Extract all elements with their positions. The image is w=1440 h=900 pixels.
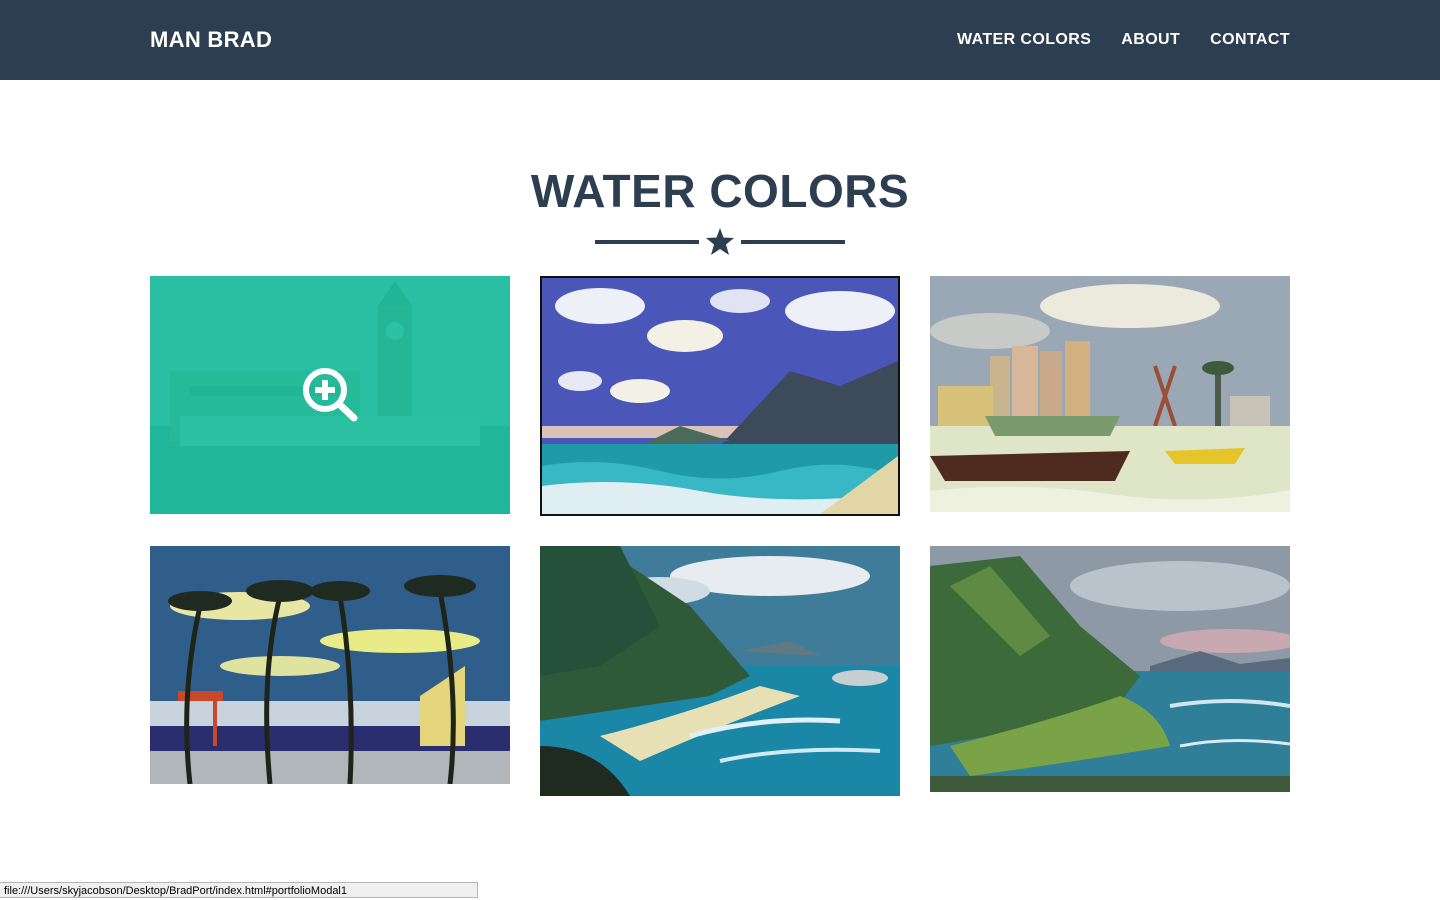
nav-links: WATER COLORS ABOUT CONTACT xyxy=(957,31,1290,49)
portfolio-item-6[interactable] xyxy=(930,546,1290,792)
portfolio-item-4[interactable] xyxy=(150,546,510,784)
star-divider xyxy=(595,228,845,255)
portfolio-grid xyxy=(150,276,1290,796)
portfolio-item-3[interactable] xyxy=(930,276,1290,512)
beach-mountains-painting xyxy=(540,276,900,516)
section-title: WATER COLORS xyxy=(530,165,910,217)
portfolio-item-2[interactable] xyxy=(540,276,900,516)
palm-beach-painting xyxy=(150,546,510,784)
browser-status-bar: file:///Users/skyjacobson/Desktop/BradPo… xyxy=(0,882,478,898)
harbor-painting xyxy=(930,276,1290,512)
ridge-lagoon-painting xyxy=(930,546,1290,792)
cliffs-bay-painting xyxy=(540,546,900,796)
nav-link-about[interactable]: ABOUT xyxy=(1121,31,1180,49)
navbar: MAN BRAD WATER COLORS ABOUT CONTACT xyxy=(0,0,1440,80)
hover-overlay xyxy=(150,276,510,514)
nav-link-water-colors[interactable]: WATER COLORS xyxy=(957,31,1091,49)
zoom-in-icon xyxy=(303,368,358,422)
nav-link-contact[interactable]: CONTACT xyxy=(1210,31,1290,49)
portfolio-item-5[interactable] xyxy=(540,546,900,796)
star-icon xyxy=(706,228,734,255)
brand-logo[interactable]: MAN BRAD xyxy=(150,27,272,53)
portfolio-item-1[interactable] xyxy=(150,276,510,514)
